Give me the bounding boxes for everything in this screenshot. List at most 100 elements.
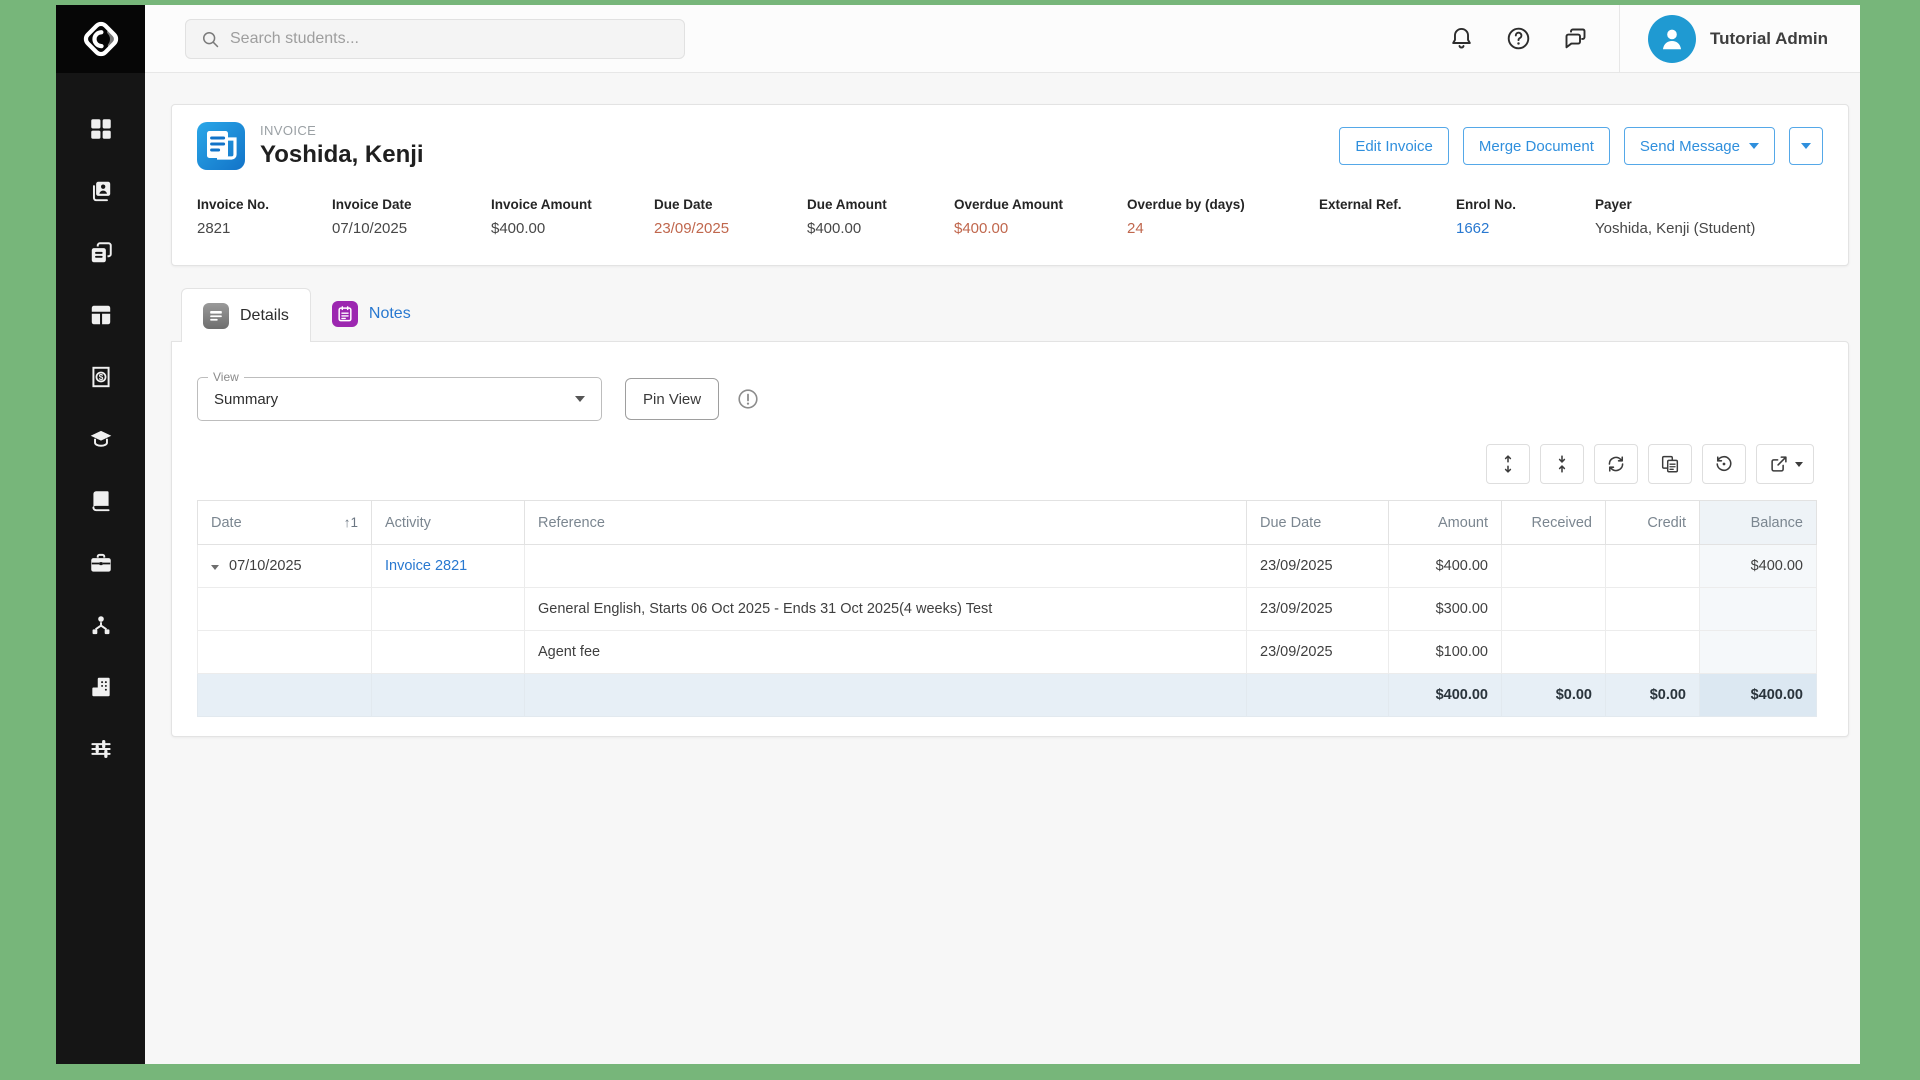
cell-balance	[1700, 588, 1817, 631]
tab-details[interactable]: Details	[181, 288, 311, 342]
column-header-due-date[interactable]: Due Date	[1247, 501, 1389, 545]
page: INVOICE Yoshida, Kenji Edit Invoice Merg…	[145, 73, 1860, 1064]
app-logo[interactable]	[56, 5, 145, 73]
main-area: Tutorial Admin INVOICE Yoshida, Kenji Ed…	[145, 5, 1860, 1064]
send-message-button[interactable]: Send Message	[1624, 127, 1775, 165]
column-header-activity[interactable]: Activity	[372, 501, 525, 545]
search-box[interactable]	[185, 19, 685, 59]
sidebar-item-boards[interactable]	[87, 301, 115, 329]
cell-reference: Agent fee	[525, 631, 1247, 674]
pin-view-button[interactable]: Pin View	[625, 378, 719, 420]
edit-invoice-button[interactable]: Edit Invoice	[1339, 127, 1449, 165]
column-header-date[interactable]: Date↑1	[198, 501, 372, 545]
user-avatar-icon	[1655, 22, 1689, 56]
cell-balance: $400.00	[1700, 545, 1817, 588]
invoice-header-card: INVOICE Yoshida, Kenji Edit Invoice Merg…	[171, 104, 1849, 266]
cell-amount: $400.00	[1389, 545, 1502, 588]
merge-document-button[interactable]: Merge Document	[1463, 127, 1610, 165]
cell-received	[1502, 631, 1606, 674]
more-actions-button[interactable]	[1789, 127, 1823, 165]
cell-activity	[372, 631, 525, 674]
column-header-reference[interactable]: Reference	[525, 501, 1247, 545]
sidebar-item-business[interactable]	[87, 549, 115, 577]
field-overdue-amount: Overdue Amount $400.00	[954, 197, 1127, 238]
boards-icon	[88, 302, 114, 328]
cell-date: 07/10/2025	[198, 545, 372, 588]
invoice-header-top: INVOICE Yoshida, Kenji Edit Invoice Merg…	[197, 122, 1823, 170]
view-select-value: Summary	[214, 391, 278, 408]
tab-bar: Details Notes	[181, 287, 1849, 341]
chat-icon	[1562, 25, 1589, 52]
cell-credit	[1606, 588, 1700, 631]
notifications-button[interactable]	[1448, 25, 1475, 52]
search-input[interactable]	[230, 30, 670, 48]
table-row: General English, Starts 06 Oct 2025 - En…	[198, 588, 1817, 631]
row-expand-icon[interactable]	[211, 565, 219, 570]
education-icon	[88, 426, 114, 452]
view-select-label: View	[208, 370, 244, 384]
cell-received	[1502, 545, 1606, 588]
invoice-link[interactable]: Invoice 2821	[385, 558, 467, 574]
sidebar-item-courses[interactable]	[87, 487, 115, 515]
topbar-right: Tutorial Admin	[1448, 5, 1860, 72]
column-header-balance[interactable]: Balance	[1700, 501, 1817, 545]
sidebar-item-documents[interactable]	[87, 239, 115, 267]
column-header-credit[interactable]: Credit	[1606, 501, 1700, 545]
sidebar-item-finance[interactable]: $	[87, 363, 115, 391]
sidebar-item-agents[interactable]	[87, 611, 115, 639]
help-button[interactable]	[1505, 25, 1532, 52]
column-header-received[interactable]: Received	[1502, 501, 1606, 545]
cell-activity	[372, 588, 525, 631]
duplicate-icon	[1659, 453, 1681, 475]
messages-button[interactable]	[1562, 25, 1589, 52]
notes-tab-icon	[332, 301, 358, 327]
export-icon	[1768, 453, 1790, 475]
field-external-ref: External Ref.	[1319, 197, 1456, 238]
field-invoice-amount: Invoice Amount $400.00	[491, 197, 654, 238]
duplicate-button[interactable]	[1648, 444, 1692, 484]
user-name[interactable]: Tutorial Admin	[1710, 29, 1828, 49]
sidebar-item-students[interactable]	[87, 177, 115, 205]
dropdown-caret-icon	[1801, 143, 1811, 149]
transactions-table: Date↑1 Activity Reference Due Date Amoun…	[197, 500, 1817, 717]
table-row: Agent fee 23/09/2025 $100.00	[198, 631, 1817, 674]
sidebar-item-settings[interactable]	[87, 735, 115, 763]
view-select[interactable]: View Summary	[197, 377, 602, 421]
dropdown-caret-icon	[1795, 462, 1803, 467]
tab-notes[interactable]: Notes	[311, 287, 432, 341]
export-button[interactable]	[1756, 444, 1814, 484]
cell-date	[198, 631, 372, 674]
cell-date	[198, 588, 372, 631]
invoice-doc-icon	[197, 122, 245, 170]
field-enrol-no: Enrol No. 1662	[1456, 197, 1595, 238]
dropdown-caret-icon	[1749, 143, 1759, 149]
expand-all-button[interactable]	[1486, 444, 1530, 484]
total-balance: $400.00	[1700, 674, 1817, 717]
record-type-label: INVOICE	[260, 123, 424, 138]
cell-activity: Invoice 2821	[372, 545, 525, 588]
sidebar-item-dashboard[interactable]	[87, 115, 115, 143]
info-circle-icon[interactable]	[736, 387, 760, 411]
enrol-no-link[interactable]: 1662	[1456, 220, 1595, 238]
column-header-amount[interactable]: Amount	[1389, 501, 1502, 545]
cell-due-date: 23/09/2025	[1247, 631, 1389, 674]
courses-icon	[88, 488, 114, 514]
details-tab-icon	[203, 303, 229, 329]
dashboard-icon	[88, 116, 114, 142]
app-logo-icon	[79, 17, 123, 61]
cell-received	[1502, 588, 1606, 631]
view-controls: View Summary Pin View	[197, 377, 1814, 421]
page-title: Yoshida, Kenji	[260, 141, 424, 169]
invoice-actions: Edit Invoice Merge Document Send Message	[1339, 127, 1823, 165]
details-panel: View Summary Pin View	[171, 341, 1849, 737]
history-button[interactable]	[1702, 444, 1746, 484]
field-due-amount: Due Amount $400.00	[807, 197, 954, 238]
user-avatar[interactable]	[1648, 15, 1696, 63]
sidebar-item-organisation[interactable]	[87, 673, 115, 701]
cell-credit	[1606, 545, 1700, 588]
cell-due-date: 23/09/2025	[1247, 588, 1389, 631]
expand-rows-icon	[1497, 453, 1519, 475]
collapse-all-button[interactable]	[1540, 444, 1584, 484]
refresh-button[interactable]	[1594, 444, 1638, 484]
sidebar-item-education[interactable]	[87, 425, 115, 453]
